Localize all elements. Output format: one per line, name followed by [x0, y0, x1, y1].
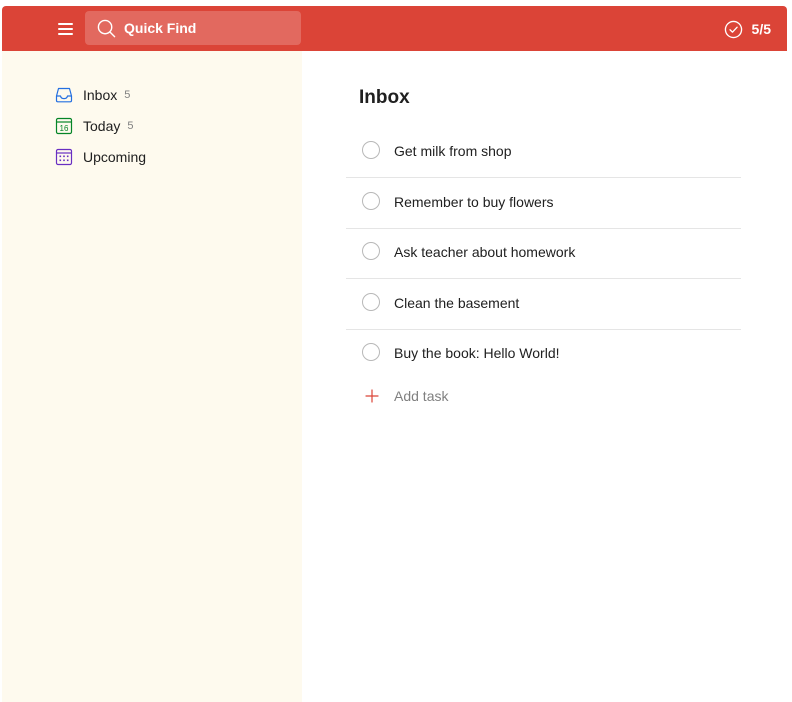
page-title: Inbox: [359, 87, 410, 108]
calendar-grid-icon: [55, 148, 73, 166]
task-item[interactable]: Get milk from shop: [346, 127, 741, 178]
search-icon: [97, 19, 116, 38]
task-text[interactable]: Buy the book: Hello World!: [394, 345, 560, 361]
sidebar-item-label: Upcoming: [83, 149, 147, 165]
sidebar-item-upcoming[interactable]: Upcoming: [55, 145, 285, 169]
productivity-counter[interactable]: 5/5: [724, 19, 771, 39]
task-text[interactable]: Remember to buy flowers: [394, 194, 554, 210]
add-task-button[interactable]: Add task: [364, 385, 448, 407]
check-circle-icon: [724, 20, 742, 38]
app-window: Quick Find 5/5 Inbox 5 16 Today 5 Upcomi…: [2, 6, 787, 702]
inbox-icon: [55, 87, 73, 103]
search-placeholder: Quick Find: [124, 20, 197, 36]
task-checkbox[interactable]: [362, 242, 380, 260]
task-item[interactable]: Ask teacher about homework: [346, 228, 741, 279]
hamburger-menu-icon: [58, 23, 73, 25]
sidebar-item-today[interactable]: 16 Today 5: [55, 114, 285, 138]
sidebar-item-count: 5: [127, 120, 134, 132]
quick-find-search[interactable]: Quick Find: [85, 11, 301, 45]
task-checkbox[interactable]: [362, 192, 380, 210]
sidebar-item-label: Today: [83, 118, 121, 134]
sidebar-item-count: 5: [124, 89, 131, 101]
task-item[interactable]: Buy the book: Hello World!: [346, 329, 741, 379]
sidebar-item-inbox[interactable]: Inbox 5: [55, 83, 285, 107]
plus-icon: [365, 389, 379, 403]
task-checkbox[interactable]: [362, 293, 380, 311]
calendar-day-number: 16: [60, 124, 69, 133]
task-text[interactable]: Ask teacher about homework: [394, 244, 575, 260]
productivity-count: 5/5: [751, 21, 771, 37]
task-item[interactable]: Clean the basement: [346, 279, 741, 330]
task-checkbox[interactable]: [362, 141, 380, 159]
task-text[interactable]: Get milk from shop: [394, 143, 511, 159]
sidebar-item-label: Inbox: [83, 87, 118, 103]
calendar-today-icon: 16: [55, 117, 73, 135]
top-bar: Quick Find 5/5: [2, 6, 787, 51]
add-task-label: Add task: [394, 388, 449, 404]
task-item[interactable]: Remember to buy flowers: [346, 178, 741, 229]
sidebar: Inbox 5 16 Today 5 Upcoming: [2, 51, 302, 702]
task-text[interactable]: Clean the basement: [394, 295, 519, 311]
main-content: Inbox Get milk from shop Remember to buy…: [302, 51, 787, 702]
menu-button[interactable]: [55, 18, 77, 40]
task-checkbox[interactable]: [362, 343, 380, 361]
